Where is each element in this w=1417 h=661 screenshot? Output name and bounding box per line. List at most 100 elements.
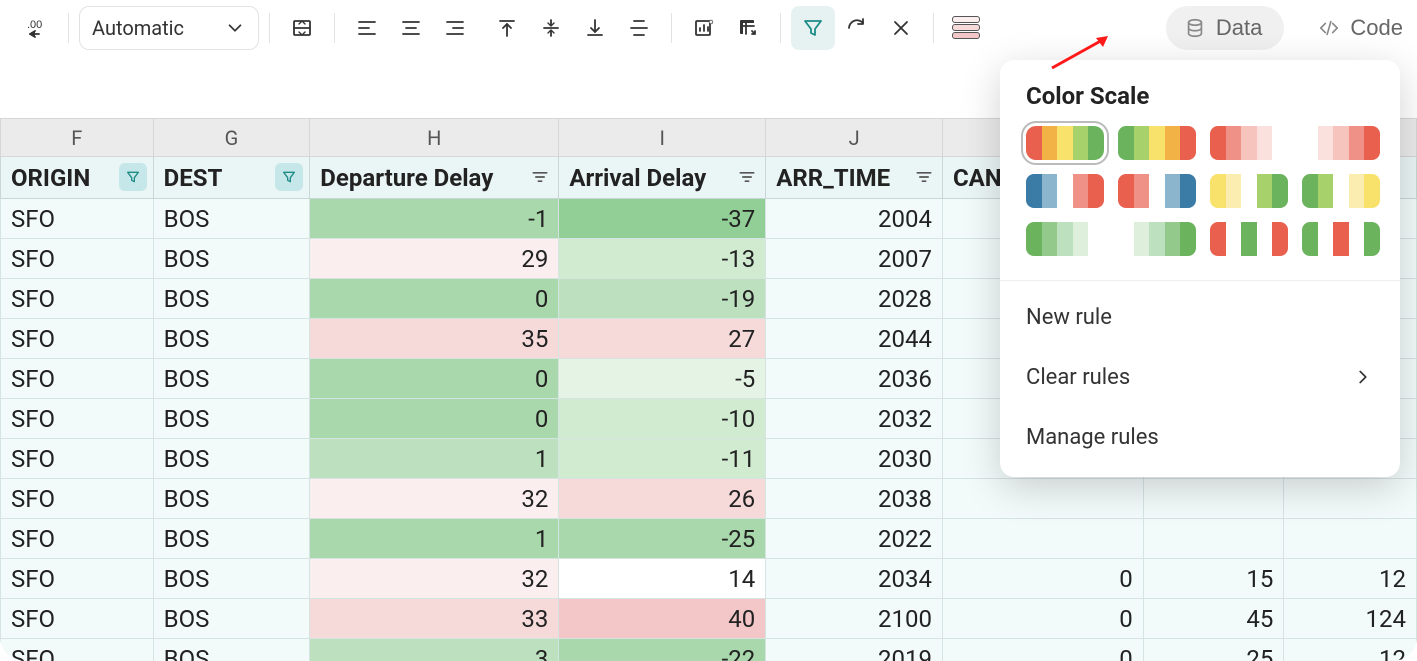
color-swatch[interactable] bbox=[1118, 126, 1196, 160]
cell[interactable]: SFO bbox=[1, 239, 154, 279]
sort-icon[interactable] bbox=[530, 165, 550, 193]
redo-button[interactable] bbox=[835, 6, 879, 50]
cell[interactable]: 0 bbox=[942, 559, 1143, 599]
cell[interactable] bbox=[1284, 479, 1417, 519]
cell[interactable]: BOS bbox=[153, 319, 310, 359]
col-letter[interactable]: H bbox=[310, 119, 559, 157]
cell[interactable]: 2032 bbox=[766, 399, 943, 439]
cell[interactable] bbox=[942, 519, 1143, 559]
cell[interactable]: 2100 bbox=[766, 599, 943, 639]
col-letter[interactable]: I bbox=[559, 119, 766, 157]
cell[interactable]: 27 bbox=[559, 319, 766, 359]
cell[interactable]: 1 bbox=[310, 519, 559, 559]
align-right-button[interactable] bbox=[433, 6, 477, 50]
cell[interactable]: 0 bbox=[310, 279, 559, 319]
cell[interactable]: 2030 bbox=[766, 439, 943, 479]
cell[interactable]: SFO bbox=[1, 559, 154, 599]
cell[interactable]: BOS bbox=[153, 599, 310, 639]
cell[interactable]: 12 bbox=[1284, 559, 1417, 599]
cell[interactable]: 2004 bbox=[766, 199, 943, 239]
cell[interactable]: BOS bbox=[153, 639, 310, 661]
cell[interactable]: 32 bbox=[310, 559, 559, 599]
filter-icon[interactable] bbox=[119, 163, 147, 191]
cell[interactable]: SFO bbox=[1, 359, 154, 399]
cell[interactable]: 0 bbox=[942, 639, 1143, 661]
code-view-button[interactable]: Code bbox=[1300, 6, 1403, 50]
cell[interactable]: 2007 bbox=[766, 239, 943, 279]
cell[interactable]: 0 bbox=[942, 599, 1143, 639]
cell[interactable]: SFO bbox=[1, 439, 154, 479]
color-swatch[interactable] bbox=[1210, 174, 1288, 208]
cell[interactable]: 1 bbox=[310, 439, 559, 479]
color-swatch[interactable] bbox=[1302, 222, 1380, 256]
cell[interactable]: SFO bbox=[1, 279, 154, 319]
cell[interactable] bbox=[942, 479, 1143, 519]
col-letter[interactable]: G bbox=[153, 119, 310, 157]
close-button[interactable] bbox=[879, 6, 923, 50]
field-header[interactable]: ARR_TIME bbox=[766, 157, 943, 199]
cell[interactable]: 3 bbox=[310, 639, 559, 661]
cell[interactable]: 33 bbox=[310, 599, 559, 639]
color-swatch[interactable] bbox=[1118, 222, 1196, 256]
cell[interactable]: 2044 bbox=[766, 319, 943, 359]
cell[interactable]: -11 bbox=[559, 439, 766, 479]
cell[interactable]: 2034 bbox=[766, 559, 943, 599]
sort-icon[interactable] bbox=[737, 165, 757, 193]
cell[interactable]: 124 bbox=[1284, 599, 1417, 639]
cell[interactable]: BOS bbox=[153, 519, 310, 559]
cell[interactable]: 2019 bbox=[766, 639, 943, 661]
cell[interactable]: 12 bbox=[1284, 639, 1417, 661]
cell[interactable]: SFO bbox=[1, 199, 154, 239]
cell[interactable]: 0 bbox=[310, 399, 559, 439]
cell[interactable]: 35 bbox=[310, 319, 559, 359]
cell[interactable]: 25 bbox=[1143, 639, 1284, 661]
cell[interactable] bbox=[1284, 519, 1417, 559]
color-swatch[interactable] bbox=[1026, 126, 1104, 160]
cell[interactable] bbox=[1143, 519, 1284, 559]
align-middle-button[interactable] bbox=[529, 6, 573, 50]
insert-chart-button[interactable] bbox=[682, 6, 726, 50]
cell[interactable]: BOS bbox=[153, 479, 310, 519]
decrease-decimal-button[interactable]: .00 bbox=[14, 6, 58, 50]
conditional-format-button[interactable] bbox=[944, 6, 988, 50]
filter-icon[interactable] bbox=[275, 163, 303, 191]
col-letter[interactable]: J bbox=[766, 119, 943, 157]
pivot-button[interactable] bbox=[726, 6, 770, 50]
color-swatch[interactable] bbox=[1302, 126, 1380, 160]
filter-button[interactable] bbox=[791, 6, 835, 50]
cell[interactable]: 45 bbox=[1143, 599, 1284, 639]
cell[interactable]: 29 bbox=[310, 239, 559, 279]
cell[interactable]: SFO bbox=[1, 639, 154, 661]
cell[interactable]: SFO bbox=[1, 519, 154, 559]
cell[interactable]: 0 bbox=[310, 359, 559, 399]
cell[interactable]: -22 bbox=[559, 639, 766, 661]
field-header[interactable]: Arrival Delay bbox=[559, 157, 766, 199]
cell[interactable]: -10 bbox=[559, 399, 766, 439]
cell[interactable]: BOS bbox=[153, 279, 310, 319]
cell[interactable]: -5 bbox=[559, 359, 766, 399]
cell[interactable]: SFO bbox=[1, 599, 154, 639]
cell[interactable]: 32 bbox=[310, 479, 559, 519]
cell[interactable]: SFO bbox=[1, 479, 154, 519]
color-swatch[interactable] bbox=[1026, 222, 1104, 256]
cell[interactable]: 15 bbox=[1143, 559, 1284, 599]
field-header[interactable]: DEST bbox=[153, 157, 310, 199]
align-left-button[interactable] bbox=[345, 6, 389, 50]
cell[interactable]: SFO bbox=[1, 399, 154, 439]
cell[interactable]: -13 bbox=[559, 239, 766, 279]
cell[interactable]: BOS bbox=[153, 399, 310, 439]
cell[interactable]: BOS bbox=[153, 239, 310, 279]
cell[interactable]: BOS bbox=[153, 439, 310, 479]
cell[interactable]: 2028 bbox=[766, 279, 943, 319]
sort-icon[interactable] bbox=[914, 165, 934, 193]
cell[interactable]: BOS bbox=[153, 199, 310, 239]
cell[interactable]: 2036 bbox=[766, 359, 943, 399]
field-header[interactable]: ORIGIN bbox=[1, 157, 154, 199]
cell[interactable]: 2038 bbox=[766, 479, 943, 519]
color-swatch[interactable] bbox=[1210, 222, 1288, 256]
cell[interactable]: BOS bbox=[153, 359, 310, 399]
align-center-button[interactable] bbox=[389, 6, 433, 50]
align-justify-button[interactable] bbox=[617, 6, 661, 50]
color-swatch[interactable] bbox=[1026, 174, 1104, 208]
color-swatch[interactable] bbox=[1302, 174, 1380, 208]
